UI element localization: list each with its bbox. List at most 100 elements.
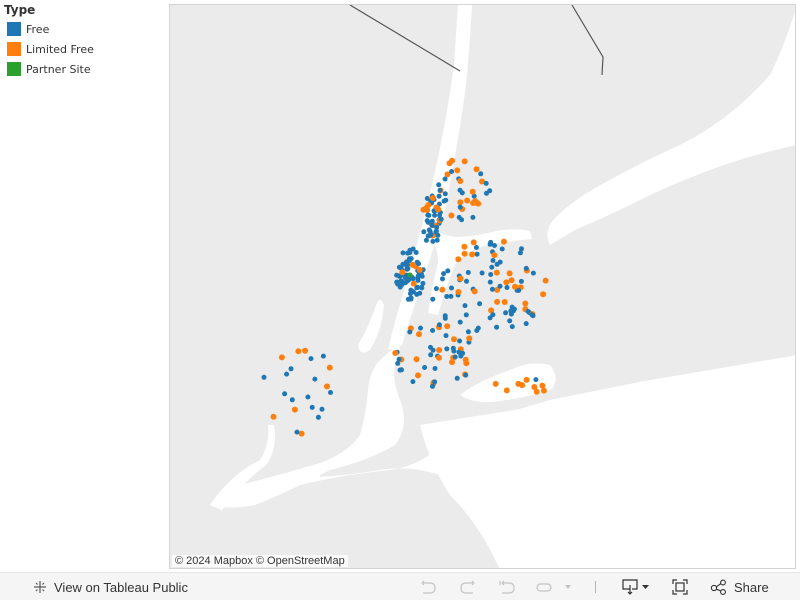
limited-free-marker[interactable] (324, 383, 330, 390)
partner-site-marker[interactable] (407, 272, 413, 278)
free-marker[interactable] (465, 270, 471, 275)
limited-free-marker[interactable] (503, 387, 510, 394)
free-marker[interactable] (533, 377, 539, 383)
free-marker[interactable] (418, 325, 423, 331)
free-marker[interactable] (305, 394, 311, 400)
free-marker[interactable] (449, 285, 454, 291)
free-marker[interactable] (457, 338, 463, 344)
limited-free-marker[interactable] (451, 336, 457, 343)
limited-free-marker[interactable] (542, 277, 549, 284)
limited-free-marker[interactable] (461, 158, 468, 165)
legend-item-limited-free[interactable]: Limited Free (7, 42, 94, 56)
limited-free-marker[interactable] (515, 380, 522, 387)
limited-free-marker[interactable] (326, 364, 333, 371)
limited-free-marker[interactable] (470, 239, 477, 246)
limited-free-marker[interactable] (399, 269, 406, 276)
free-marker[interactable] (487, 188, 493, 194)
limited-free-marker[interactable] (466, 335, 473, 342)
limited-free-marker[interactable] (416, 266, 423, 273)
limited-free-marker[interactable] (501, 299, 508, 305)
refresh-button[interactable] (535, 573, 571, 600)
free-marker[interactable] (456, 349, 462, 355)
limited-free-marker[interactable] (522, 300, 529, 307)
limited-free-marker[interactable] (461, 243, 468, 250)
free-marker[interactable] (523, 321, 529, 327)
free-marker[interactable] (489, 264, 495, 270)
free-marker[interactable] (312, 376, 318, 382)
limited-free-marker[interactable] (531, 384, 538, 390)
free-marker[interactable] (475, 325, 481, 331)
free-marker[interactable] (319, 406, 325, 412)
free-marker[interactable] (530, 270, 536, 276)
free-marker[interactable] (309, 404, 315, 410)
limited-free-marker[interactable] (500, 238, 507, 245)
free-marker[interactable] (442, 191, 448, 197)
free-marker[interactable] (261, 374, 267, 380)
limited-free-marker[interactable] (449, 157, 455, 164)
free-marker[interactable] (432, 212, 438, 218)
free-marker[interactable] (423, 237, 429, 243)
free-marker[interactable] (457, 319, 463, 325)
free-marker[interactable] (430, 383, 435, 389)
free-marker[interactable] (497, 283, 503, 289)
free-marker[interactable] (490, 312, 496, 318)
limited-free-marker[interactable] (278, 354, 285, 361)
limited-free-marker[interactable] (298, 430, 305, 437)
free-marker[interactable] (452, 354, 458, 360)
limited-free-marker[interactable] (409, 261, 416, 268)
legend-item-partner-site[interactable]: Partner Site (7, 62, 91, 76)
free-marker[interactable] (294, 429, 300, 435)
limited-free-marker[interactable] (503, 279, 510, 286)
free-marker[interactable] (490, 258, 496, 263)
free-marker[interactable] (459, 190, 465, 196)
free-marker[interactable] (470, 214, 476, 220)
free-marker[interactable] (405, 262, 410, 268)
limited-free-marker[interactable] (457, 199, 464, 206)
free-marker[interactable] (441, 271, 447, 277)
free-marker[interactable] (282, 391, 288, 397)
free-marker[interactable] (430, 296, 436, 302)
limited-free-marker[interactable] (444, 323, 451, 330)
limited-free-marker[interactable] (270, 413, 277, 420)
free-marker[interactable] (463, 372, 469, 378)
free-marker[interactable] (328, 390, 333, 395)
limited-free-marker[interactable] (295, 348, 302, 355)
free-marker[interactable] (394, 272, 400, 278)
free-marker[interactable] (440, 276, 445, 282)
limited-free-marker[interactable] (436, 347, 443, 353)
redo-button[interactable] (459, 573, 477, 600)
free-marker[interactable] (320, 353, 326, 359)
free-marker[interactable] (478, 171, 484, 177)
limited-free-marker[interactable] (506, 270, 513, 277)
free-marker[interactable] (465, 329, 471, 335)
free-marker[interactable] (408, 287, 414, 293)
limited-free-marker[interactable] (392, 350, 399, 356)
free-marker[interactable] (430, 347, 436, 353)
limited-free-marker[interactable] (492, 380, 499, 387)
free-marker[interactable] (433, 286, 439, 292)
limited-free-marker[interactable] (429, 195, 436, 201)
free-marker[interactable] (474, 251, 480, 257)
free-marker[interactable] (492, 243, 497, 248)
free-marker[interactable] (499, 246, 505, 252)
free-marker[interactable] (315, 414, 321, 420)
free-marker[interactable] (415, 284, 420, 290)
free-marker[interactable] (437, 187, 443, 193)
limited-free-marker[interactable] (435, 206, 442, 213)
free-marker[interactable] (410, 379, 416, 385)
free-marker[interactable] (288, 366, 294, 372)
limited-free-marker[interactable] (491, 252, 498, 259)
limited-free-marker[interactable] (540, 291, 547, 298)
limited-free-marker[interactable] (425, 202, 432, 209)
free-marker[interactable] (463, 312, 469, 318)
free-marker[interactable] (449, 169, 455, 174)
free-marker[interactable] (424, 196, 430, 201)
free-marker[interactable] (443, 333, 449, 339)
free-marker[interactable] (421, 229, 427, 235)
free-marker[interactable] (402, 280, 408, 286)
limited-free-marker[interactable] (464, 197, 471, 204)
free-marker[interactable] (417, 290, 423, 296)
fullscreen-button[interactable] (671, 573, 689, 600)
limited-free-marker[interactable] (455, 256, 462, 263)
free-marker[interactable] (407, 247, 413, 253)
